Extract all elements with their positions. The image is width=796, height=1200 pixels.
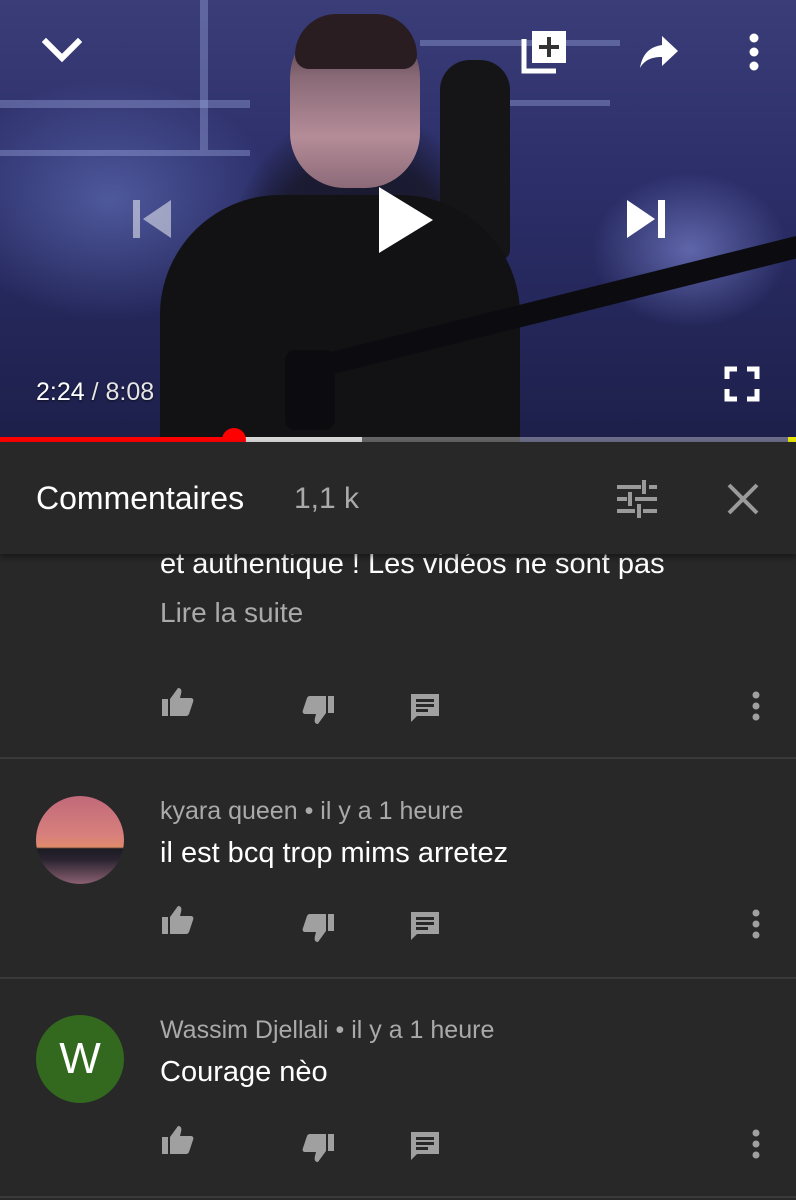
comment-item: et authentique ! Les vidéos ne sont pas …: [0, 554, 796, 758]
microphone: [285, 350, 335, 430]
add-to-playlist-button[interactable]: [518, 28, 570, 76]
playlist-add-icon: [521, 31, 566, 74]
comment-reply-icon: [411, 912, 439, 940]
more-options-button[interactable]: [740, 30, 768, 74]
background-shelf: [0, 100, 250, 108]
video-timestamp: 2:24 / 8:08: [36, 378, 154, 407]
dislike-button[interactable]: [300, 1130, 338, 1166]
more-vert-icon: [752, 909, 760, 939]
comment-author[interactable]: Wassim Djellali: [160, 1016, 329, 1044]
comment-more-button[interactable]: [744, 688, 768, 724]
read-more-link[interactable]: Lire la suite: [160, 597, 303, 629]
comment-time: il y a 1 heure: [351, 1016, 495, 1044]
meta-separator: •: [304, 797, 314, 825]
like-button[interactable]: [158, 684, 196, 720]
thumb-up-icon: [162, 906, 194, 934]
more-vert-icon: [752, 691, 760, 721]
more-vert-icon: [752, 1129, 760, 1159]
meta-separator: •: [335, 1016, 345, 1044]
dislike-button[interactable]: [300, 910, 338, 946]
comment-reply-icon: [411, 694, 439, 722]
comments-title: Commentaires: [36, 480, 245, 516]
thumb-up-icon: [162, 1126, 194, 1154]
reply-button[interactable]: [406, 690, 444, 726]
current-time: 2:24: [36, 378, 85, 406]
person-hair: [295, 14, 417, 69]
avatar[interactable]: W: [36, 1015, 124, 1103]
comment-author[interactable]: kyara queen: [160, 797, 298, 825]
share-button[interactable]: [636, 30, 682, 74]
dislike-button[interactable]: [300, 692, 338, 728]
fullscreen-button[interactable]: [720, 362, 764, 406]
like-button[interactable]: [158, 902, 196, 938]
more-vert-icon: [749, 33, 759, 71]
thumb-down-icon: [302, 1134, 334, 1162]
thumb-up-icon: [162, 688, 194, 716]
comment-meta: Wassim Djellali • il y a 1 heure: [160, 1016, 494, 1045]
comment-text: et authentique ! Les vidéos ne sont pas: [160, 554, 665, 580]
divider: [0, 757, 796, 759]
previous-button[interactable]: [124, 194, 178, 244]
next-button[interactable]: [620, 194, 674, 244]
avatar-letter: W: [59, 1034, 101, 1083]
sort-comments-button[interactable]: [612, 476, 662, 522]
background-shelf: [0, 150, 250, 156]
video-player[interactable]: 2:24 / 8:08: [0, 0, 796, 442]
comment-text: Courage nèo: [160, 1056, 328, 1088]
skip-next-icon: [627, 200, 665, 238]
reply-button[interactable]: [406, 908, 444, 944]
chevron-down-icon: [42, 38, 82, 63]
comment-more-button[interactable]: [744, 906, 768, 942]
like-button[interactable]: [158, 1122, 196, 1158]
background-shelf: [200, 0, 208, 150]
avatar[interactable]: [36, 796, 124, 884]
divider: [0, 977, 796, 979]
comment-text: il est bcq trop mims arretez: [160, 837, 509, 869]
thumb-down-icon: [302, 914, 334, 942]
comments-count: 1,1 k: [294, 482, 360, 515]
fullscreen-icon: [724, 366, 760, 402]
time-separator: /: [91, 378, 99, 406]
play-button[interactable]: [368, 182, 442, 258]
thumb-down-icon: [302, 696, 334, 724]
comment-meta: kyara queen • il y a 1 heure: [160, 797, 463, 826]
comment-time: il y a 1 heure: [320, 797, 464, 825]
close-icon: [727, 483, 759, 515]
minimize-button[interactable]: [36, 28, 88, 74]
divider: [0, 1196, 796, 1198]
sort-filter-icon: [617, 480, 657, 518]
close-comments-button[interactable]: [722, 478, 764, 520]
reply-button[interactable]: [406, 1128, 444, 1164]
play-icon: [379, 187, 433, 253]
skip-previous-icon: [133, 200, 171, 238]
share-icon: [640, 36, 678, 68]
comment-reply-icon: [411, 1132, 439, 1160]
comment-more-button[interactable]: [744, 1126, 768, 1162]
video-duration: 8:08: [105, 378, 155, 406]
